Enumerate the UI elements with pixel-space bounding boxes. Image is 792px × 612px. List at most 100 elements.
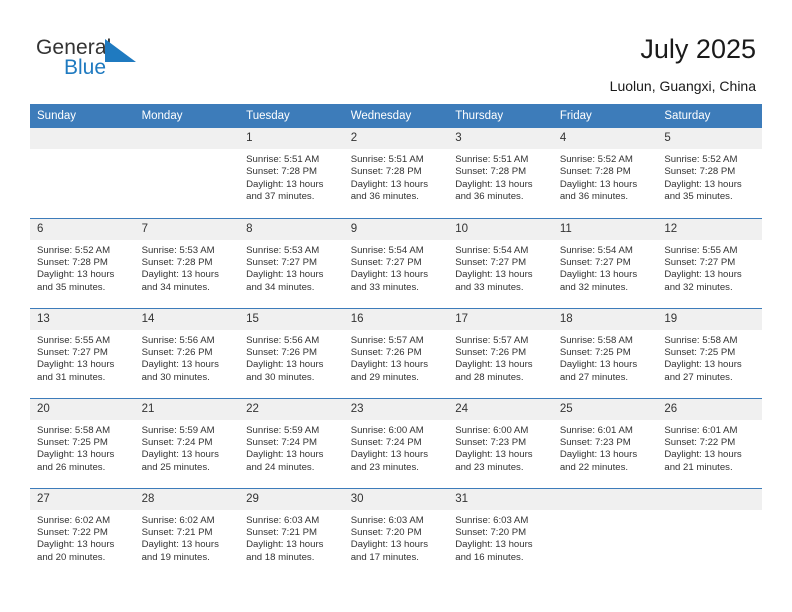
blue-triangle-icon xyxy=(105,39,137,62)
daylight-text: Daylight: 13 hours and 32 minutes. xyxy=(664,269,742,293)
day-details: Sunrise: 5:58 AM Sunset: 7:25 PM Daylight:… xyxy=(553,330,658,385)
calendar-day-cell[interactable]: 27 Sunrise: 6:02 AM Sunset: 7:22 PM Dayligh… xyxy=(30,487,135,578)
calendar-day-cell[interactable]: 16 Sunrise: 5:57 AM Sunset: 7:26 PM Dayligh… xyxy=(343,307,449,398)
day-number: 11 xyxy=(552,218,658,240)
day-number: 8 xyxy=(239,218,344,240)
day-details: Sunrise: 5:51 AM Sunset: 7:28 PM Daylight:… xyxy=(344,149,449,204)
calendar-day-cell[interactable]: 10 Sunrise: 5:54 AM Sunset: 7:27 PM Dayligh… xyxy=(448,217,553,308)
daylight-text: Daylight: 13 hours and 30 minutes. xyxy=(246,359,324,383)
day-number: 12 xyxy=(657,218,762,240)
day-details: Sunrise: 5:53 AM Sunset: 7:28 PM Daylight:… xyxy=(135,240,240,295)
brand-logo[interactable]: General Blue xyxy=(36,36,156,88)
day-number: 16 xyxy=(343,308,449,330)
sunrise-text: Sunrise: 5:55 AM xyxy=(37,334,111,346)
sunset-text: Sunset: 7:28 PM xyxy=(141,256,213,268)
calendar-day-cell[interactable]: 19 Sunrise: 5:58 AM Sunset: 7:25 PM Dayligh… xyxy=(657,307,762,398)
sunset-text: Sunset: 7:27 PM xyxy=(559,256,631,268)
day-number: 28 xyxy=(134,488,240,510)
daylight-text: Daylight: 13 hours and 16 minutes. xyxy=(455,539,533,563)
day-details: Sunrise: 5:52 AM Sunset: 7:28 PM Daylight:… xyxy=(657,149,762,204)
sunrise-text: Sunrise: 5:59 AM xyxy=(141,424,215,436)
calendar-week-row: 6 Sunrise: 5:52 AM Sunset: 7:28 PM Daylight… xyxy=(30,217,762,308)
day-details: Sunrise: 5:54 AM Sunset: 7:27 PM Daylight:… xyxy=(448,240,553,295)
calendar-day-cell[interactable]: 15 Sunrise: 5:56 AM Sunset: 7:26 PM Dayligh… xyxy=(239,307,344,398)
day-details: Sunrise: 5:55 AM Sunset: 7:27 PM Daylight:… xyxy=(657,240,762,295)
daylight-text: Daylight: 13 hours and 23 minutes. xyxy=(455,449,533,473)
daylight-text: Daylight: 13 hours and 18 minutes. xyxy=(246,539,324,563)
calendar-day-cell[interactable]: 20 Sunrise: 5:58 AM Sunset: 7:25 PM Dayligh… xyxy=(30,397,135,488)
weekday-header-monday: Monday xyxy=(134,104,240,128)
calendar-day-cell[interactable]: 11 Sunrise: 5:54 AM Sunset: 7:27 PM Dayligh… xyxy=(552,217,658,308)
calendar-day-cell[interactable]: 17 Sunrise: 5:57 AM Sunset: 7:26 PM Dayligh… xyxy=(448,307,553,398)
daylight-text: Daylight: 13 hours and 35 minutes. xyxy=(37,269,115,293)
calendar-day-cell[interactable]: 31 Sunrise: 6:03 AM Sunset: 7:20 PM Dayligh… xyxy=(448,487,553,578)
sunset-text: Sunset: 7:24 PM xyxy=(246,436,318,448)
sunset-text: Sunset: 7:24 PM xyxy=(141,436,213,448)
daylight-text: Daylight: 13 hours and 25 minutes. xyxy=(141,449,219,473)
daylight-text: Daylight: 13 hours and 36 minutes. xyxy=(559,178,638,203)
day-details: Sunrise: 5:58 AM Sunset: 7:25 PM Daylight:… xyxy=(657,330,762,385)
calendar-day-cell[interactable]: 9 Sunrise: 5:54 AM Sunset: 7:27 PM Daylight… xyxy=(343,217,449,308)
daylight-text: Daylight: 13 hours and 32 minutes. xyxy=(559,269,638,293)
calendar-day-cell[interactable]: 24 Sunrise: 6:00 AM Sunset: 7:23 PM Dayligh… xyxy=(448,397,553,488)
sunset-text: Sunset: 7:22 PM xyxy=(664,436,736,448)
calendar-day-cell[interactable]: 22 Sunrise: 5:59 AM Sunset: 7:24 PM Dayligh… xyxy=(239,397,344,488)
calendar-day-cell[interactable]: 6 Sunrise: 5:52 AM Sunset: 7:28 PM Daylight… xyxy=(30,217,135,308)
sunrise-text: Sunrise: 6:03 AM xyxy=(455,514,529,526)
calendar-day-cell[interactable]: 30 Sunrise: 6:03 AM Sunset: 7:20 PM Dayligh… xyxy=(343,487,449,578)
calendar-day-cell[interactable]: 26 Sunrise: 6:01 AM Sunset: 7:22 PM Dayligh… xyxy=(657,397,762,488)
sunset-text: Sunset: 7:28 PM xyxy=(37,256,108,268)
sunrise-text: Sunrise: 5:55 AM xyxy=(664,244,738,256)
daylight-text: Daylight: 13 hours and 26 minutes. xyxy=(37,449,115,473)
daylight-text: Daylight: 13 hours and 34 minutes. xyxy=(246,269,324,293)
day-number: 18 xyxy=(552,308,658,330)
sunrise-text: Sunrise: 5:58 AM xyxy=(37,424,111,436)
sunrise-text: Sunrise: 6:01 AM xyxy=(559,424,633,436)
day-number: 14 xyxy=(134,308,240,330)
sunrise-text: Sunrise: 5:57 AM xyxy=(350,334,424,346)
calendar-day-cell[interactable]: 29 Sunrise: 6:03 AM Sunset: 7:21 PM Dayligh… xyxy=(239,487,344,578)
calendar-day-cell[interactable]: 7 Sunrise: 5:53 AM Sunset: 7:28 PM Daylight… xyxy=(134,217,240,308)
daylight-text: Daylight: 13 hours and 20 minutes. xyxy=(37,539,115,563)
calendar-day-cell[interactable]: 4 Sunrise: 5:52 AM Sunset: 7:28 PM Daylight… xyxy=(552,128,658,218)
day-details: Sunrise: 6:02 AM Sunset: 7:22 PM Daylight:… xyxy=(30,510,135,565)
day-number: 27 xyxy=(30,488,135,510)
calendar-day-cell[interactable]: 1 Sunrise: 5:51 AM Sunset: 7:28 PM Daylight… xyxy=(239,128,344,218)
sunset-text: Sunset: 7:22 PM xyxy=(37,526,108,538)
calendar-day-cell[interactable]: 8 Sunrise: 5:53 AM Sunset: 7:27 PM Daylight… xyxy=(239,217,344,308)
sunrise-text: Sunrise: 5:51 AM xyxy=(455,154,529,165)
calendar-page: General Blue July 2025 Luolun, Guangxi, … xyxy=(0,0,792,612)
day-number: 23 xyxy=(343,398,449,420)
calendar-day-cell[interactable]: 21 Sunrise: 5:59 AM Sunset: 7:24 PM Dayligh… xyxy=(134,397,240,488)
sunset-text: Sunset: 7:20 PM xyxy=(455,526,527,538)
calendar-day-cell[interactable]: 18 Sunrise: 5:58 AM Sunset: 7:25 PM Dayligh… xyxy=(552,307,658,398)
daylight-text: Daylight: 13 hours and 36 minutes. xyxy=(350,178,429,203)
day-number: 5 xyxy=(657,128,762,149)
daylight-text: Daylight: 13 hours and 27 minutes. xyxy=(559,359,638,383)
sunset-text: Sunset: 7:23 PM xyxy=(559,436,631,448)
calendar-day-cell[interactable]: 12 Sunrise: 5:55 AM Sunset: 7:27 PM Dayligh… xyxy=(657,217,762,308)
calendar-day-cell[interactable]: 25 Sunrise: 6:01 AM Sunset: 7:23 PM Dayligh… xyxy=(552,397,658,488)
calendar-day-cell[interactable]: 14 Sunrise: 5:56 AM Sunset: 7:26 PM Dayligh… xyxy=(134,307,240,398)
daylight-text: Daylight: 13 hours and 17 minutes. xyxy=(350,539,429,563)
day-details: Sunrise: 5:57 AM Sunset: 7:26 PM Daylight:… xyxy=(448,330,553,385)
sunset-text: Sunset: 7:28 PM xyxy=(455,166,527,178)
sunset-text: Sunset: 7:23 PM xyxy=(455,436,527,448)
sunrise-text: Sunrise: 5:56 AM xyxy=(141,334,215,346)
weekday-header-row: Sunday Monday Tuesday Wednesday Thursday… xyxy=(30,104,762,128)
calendar-day-cell[interactable]: 23 Sunrise: 6:00 AM Sunset: 7:24 PM Dayligh… xyxy=(343,397,449,488)
calendar-day-cell[interactable]: 5 Sunrise: 5:52 AM Sunset: 7:28 PM Daylight… xyxy=(657,128,762,218)
sunset-text: Sunset: 7:27 PM xyxy=(664,256,736,268)
day-number xyxy=(134,128,240,149)
sunset-text: Sunset: 7:21 PM xyxy=(141,526,213,538)
day-details: Sunrise: 5:54 AM Sunset: 7:27 PM Daylight:… xyxy=(344,240,449,295)
day-number: 6 xyxy=(30,218,135,240)
daylight-text: Daylight: 13 hours and 33 minutes. xyxy=(455,269,533,293)
calendar-day-cell[interactable]: 3 Sunrise: 5:51 AM Sunset: 7:28 PM Daylight… xyxy=(448,128,553,218)
day-number: 25 xyxy=(552,398,658,420)
sunrise-text: Sunrise: 5:51 AM xyxy=(246,154,320,165)
calendar-day-cell[interactable]: 28 Sunrise: 6:02 AM Sunset: 7:21 PM Dayligh… xyxy=(134,487,240,578)
sunset-text: Sunset: 7:27 PM xyxy=(246,256,318,268)
calendar-day-cell[interactable]: 2 Sunrise: 5:51 AM Sunset: 7:28 PM Daylight… xyxy=(343,128,449,218)
calendar-day-cell[interactable]: 13 Sunrise: 5:55 AM Sunset: 7:27 PM Dayligh… xyxy=(30,307,135,398)
